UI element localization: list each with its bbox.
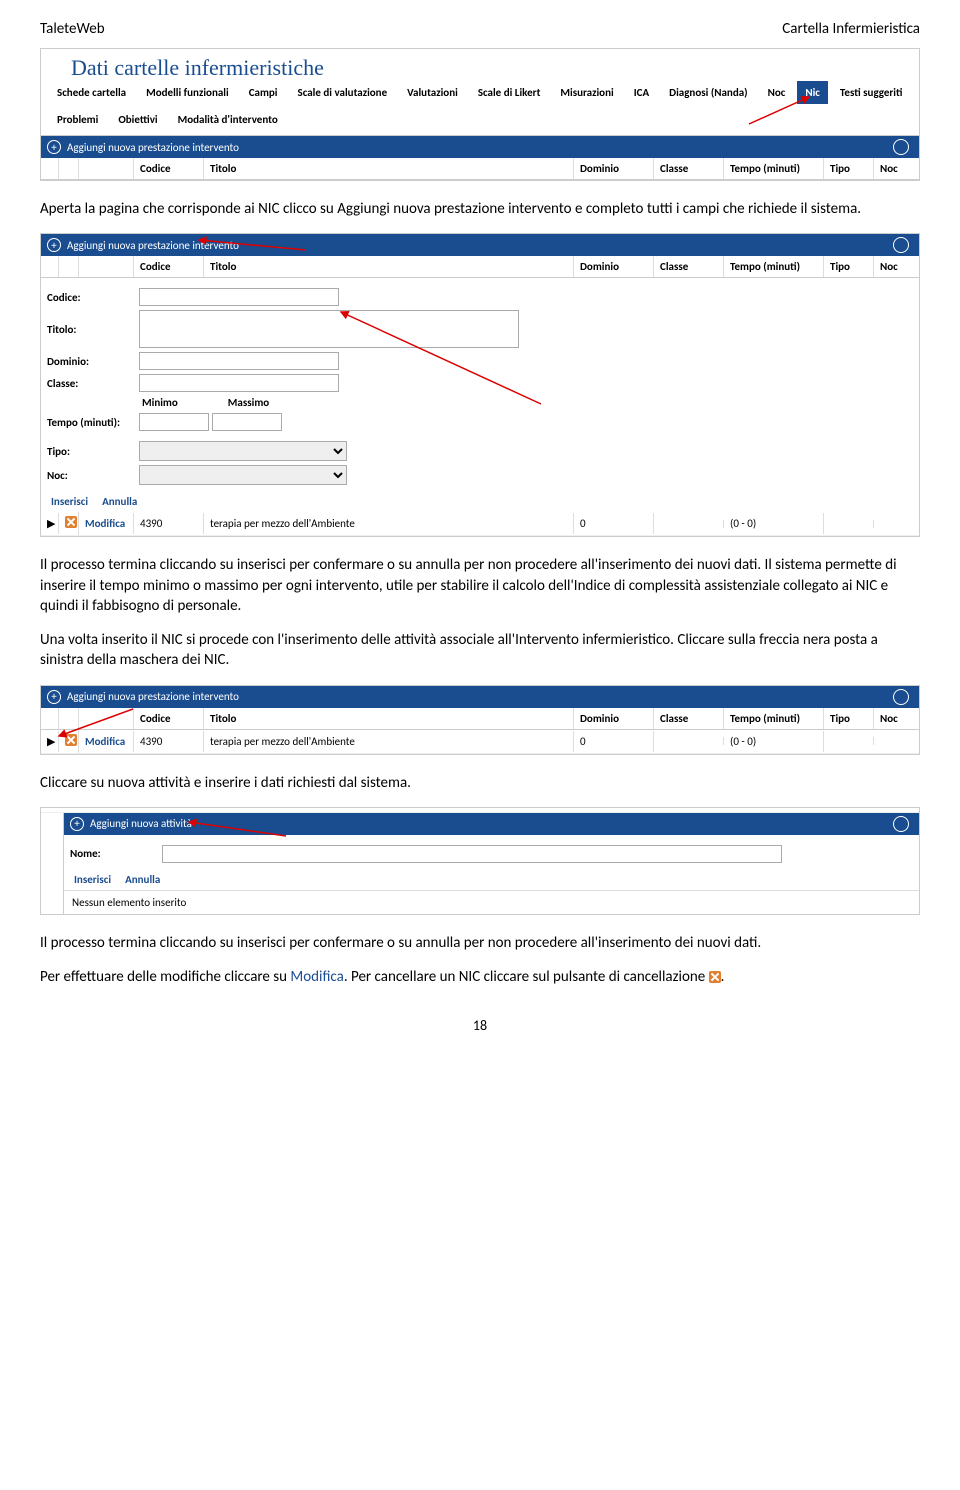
paragraph: Per effettuare delle modifiche cliccare …	[40, 967, 920, 987]
delete-icon[interactable]	[65, 516, 77, 528]
modifica-link[interactable]: Modifica	[79, 513, 134, 534]
tab-modelli-funzionali[interactable]: Modelli funzionali	[138, 81, 237, 104]
tab-obiettivi[interactable]: Obiettivi	[110, 108, 165, 131]
add-label: Aggiungi nuova prestazione intervento	[67, 239, 239, 252]
label-classe: Classe:	[47, 377, 139, 390]
input-min[interactable]	[139, 413, 209, 431]
tab-testi-suggeriti[interactable]: Testi suggeriti	[832, 81, 911, 104]
empty-message: Nessun elemento inserito	[64, 890, 919, 914]
refresh-icon[interactable]	[893, 816, 909, 832]
label-min: Minimo	[142, 396, 178, 409]
label-tipo: Tipo:	[47, 445, 139, 458]
annulla-button[interactable]: Annulla	[125, 873, 160, 886]
add-bar[interactable]: + Aggiungi nuova prestazione intervento	[41, 686, 919, 708]
plus-icon: +	[47, 238, 61, 252]
label-codice: Codice:	[47, 291, 139, 304]
refresh-icon[interactable]	[893, 689, 909, 705]
input-dominio[interactable]	[139, 352, 339, 370]
column-headers: Codice Titolo Dominio Classe Tempo (minu…	[41, 708, 919, 730]
paragraph: Il processo termina cliccando su inseris…	[40, 555, 920, 616]
label-nome: Nome:	[70, 847, 162, 860]
tab-modalit-d-intervento[interactable]: Modalità d'intervento	[170, 108, 286, 131]
refresh-icon[interactable]	[893, 237, 909, 253]
label-dominio: Dominio:	[47, 355, 139, 368]
tab-campi[interactable]: Campi	[241, 81, 286, 104]
input-titolo[interactable]	[139, 310, 519, 348]
tab-diagnosi-nanda-[interactable]: Diagnosi (Nanda)	[661, 81, 755, 104]
input-classe[interactable]	[139, 374, 339, 392]
input-codice[interactable]	[139, 288, 339, 306]
tab-noc[interactable]: Noc	[760, 81, 794, 104]
tab-scale-di-likert[interactable]: Scale di Likert	[470, 81, 549, 104]
doc-header-right: Cartella Infermieristica	[782, 20, 920, 38]
modifica-link[interactable]: Modifica	[79, 731, 134, 752]
label-titolo: Titolo:	[47, 323, 139, 336]
column-headers: Codice Titolo Dominio Classe Tempo (minu…	[41, 158, 919, 180]
plus-icon: +	[70, 817, 84, 831]
add-label: Aggiungi nuova prestazione intervento	[67, 141, 239, 154]
add-label: Aggiungi nuova prestazione intervento	[67, 690, 239, 703]
tabs-row: Schede cartellaModelli funzionaliCampiSc…	[41, 77, 919, 136]
tab-schede-cartella[interactable]: Schede cartella	[49, 81, 134, 104]
table-row: ▶ Modifica 4390 terapia per mezzo dell'A…	[41, 730, 919, 754]
add-activity-bar[interactable]: + Aggiungi nuova attività	[64, 813, 919, 835]
label-max: Massimo	[228, 396, 269, 409]
label-tempo: Tempo (minuti):	[47, 416, 139, 429]
input-nome[interactable]	[162, 845, 782, 863]
paragraph: Cliccare su nuova attività e inserire i …	[40, 773, 920, 793]
tab-valutazioni[interactable]: Valutazioni	[399, 81, 466, 104]
screenshot-row: + Aggiungi nuova prestazione intervento …	[40, 685, 920, 755]
plus-icon: +	[47, 140, 61, 154]
page-title: Dati cartelle infermieristiche	[41, 49, 919, 77]
screenshot-tabs: Dati cartelle infermieristiche Schede ca…	[40, 48, 920, 181]
plus-icon: +	[47, 690, 61, 704]
select-noc[interactable]	[139, 465, 347, 485]
add-bar[interactable]: + Aggiungi nuova prestazione intervento	[41, 136, 919, 158]
delete-icon	[709, 971, 721, 983]
screenshot-form: + Aggiungi nuova prestazione intervento …	[40, 233, 920, 537]
label-noc: Noc:	[47, 469, 139, 482]
page-number: 18	[40, 1017, 920, 1034]
tab-misurazioni[interactable]: Misurazioni	[552, 81, 621, 104]
add-bar[interactable]: + Aggiungi nuova prestazione intervento	[41, 234, 919, 256]
inserisci-button[interactable]: Inserisci	[74, 873, 111, 886]
expand-arrow-icon[interactable]: ▶	[47, 517, 55, 530]
expand-arrow-icon[interactable]: ▶	[47, 735, 55, 748]
delete-icon[interactable]	[65, 734, 77, 746]
select-tipo[interactable]	[139, 441, 347, 461]
tab-ica[interactable]: ICA	[626, 81, 657, 104]
inserisci-button[interactable]: Inserisci	[51, 495, 88, 508]
tab-nic[interactable]: Nic	[797, 81, 828, 104]
table-row: ▶ Modifica 4390 terapia per mezzo dell'A…	[41, 512, 919, 536]
paragraph: Aperta la pagina che corrisponde ai NIC …	[40, 199, 920, 219]
input-max[interactable]	[212, 413, 282, 431]
modifica-text: Modifica	[290, 968, 343, 986]
tab-problemi[interactable]: Problemi	[49, 108, 106, 131]
annulla-button[interactable]: Annulla	[102, 495, 137, 508]
refresh-icon[interactable]	[893, 139, 909, 155]
add-label: Aggiungi nuova attività	[90, 817, 192, 830]
paragraph: Una volta inserito il NIC si procede con…	[40, 630, 920, 671]
doc-header-left: TaleteWeb	[40, 20, 105, 38]
screenshot-activity: + Aggiungi nuova attività Nome: Inserisc…	[40, 807, 920, 915]
tab-scale-di-valutazione[interactable]: Scale di valutazione	[290, 81, 396, 104]
paragraph: Il processo termina cliccando su inseris…	[40, 933, 920, 953]
column-headers: Codice Titolo Dominio Classe Tempo (minu…	[41, 256, 919, 278]
